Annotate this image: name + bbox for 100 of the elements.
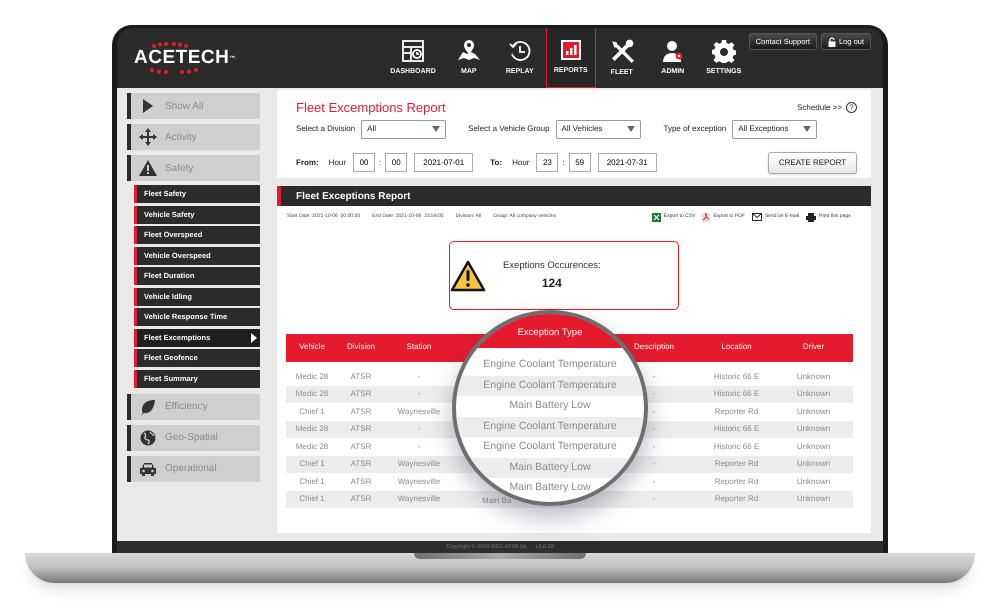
table-cell: Waynesville bbox=[398, 493, 440, 506]
table-cell: - bbox=[418, 388, 420, 400]
minute-field[interactable]: 00 bbox=[385, 153, 408, 172]
table-cell: Chief 1 bbox=[299, 476, 325, 488]
table-cell: Historic 66 E bbox=[714, 388, 760, 400]
warning-icon bbox=[450, 260, 486, 292]
table-cell: Unknown bbox=[796, 493, 830, 506]
date-field[interactable]: 2021-07-01 bbox=[414, 153, 474, 172]
section-title: Fleet Exceptions Report bbox=[296, 190, 410, 204]
schedule-link[interactable]: Schedule >> bbox=[797, 102, 842, 114]
table-cell-text: Engine Coolant Temperature bbox=[483, 357, 617, 372]
field-label: Type of exception bbox=[664, 123, 726, 135]
globe-icon bbox=[140, 430, 156, 446]
table-cell: Main Ba bbox=[482, 496, 512, 506]
alert-count: 124 bbox=[542, 274, 562, 292]
report-title: Fleet Excemptions Report bbox=[296, 99, 446, 117]
table-cell: - bbox=[652, 476, 656, 488]
pointer-arrow-icon bbox=[251, 332, 257, 342]
table-cell-text: Engine Coolant Temperature bbox=[483, 418, 617, 434]
table-cell: Historic 66 E bbox=[714, 440, 760, 453]
spreadsheet-icon bbox=[652, 212, 661, 222]
table-cell-text: Main Battery Low bbox=[509, 460, 591, 475]
table-cell: Unknown bbox=[796, 388, 830, 400]
table-cell: ATSR bbox=[350, 406, 372, 418]
logo: ACETECH$^{™}$ bbox=[134, 48, 237, 68]
table-cell: Reporter Rd bbox=[714, 406, 758, 418]
table-cell: - bbox=[652, 388, 656, 400]
column-header: Location bbox=[720, 341, 753, 353]
table-cell: Chief 1 bbox=[299, 406, 325, 418]
table-cell: - bbox=[418, 370, 420, 383]
leaf-icon bbox=[140, 398, 156, 414]
caret-icon bbox=[432, 126, 440, 132]
dropdown[interactable]: All Exceptions bbox=[732, 120, 818, 138]
table-cell: Chief 1 bbox=[299, 458, 325, 470]
move-icon bbox=[139, 128, 157, 146]
table-cell: - bbox=[418, 440, 420, 453]
map-pin-icon bbox=[456, 38, 481, 63]
hour-label: Hour bbox=[512, 156, 530, 168]
table-cell: - bbox=[652, 458, 656, 470]
table-cell: - bbox=[418, 423, 420, 436]
table-cell: Reporter Rd bbox=[714, 458, 758, 470]
time-separator: : bbox=[379, 156, 382, 168]
column-header: Driver bbox=[802, 341, 826, 353]
alert-label: Exeptions Occurences: bbox=[503, 259, 601, 274]
warning-icon bbox=[139, 160, 157, 176]
column-header: Division bbox=[346, 341, 376, 353]
minute-field[interactable]: 59 bbox=[568, 153, 591, 172]
range-label: From: bbox=[296, 156, 319, 168]
table-cell: ATSR bbox=[350, 458, 372, 470]
dropdown[interactable]: All Vehicles bbox=[556, 120, 641, 138]
table-cell: ATSR bbox=[350, 423, 372, 436]
help-button[interactable]: ? bbox=[846, 102, 857, 114]
date-field[interactable]: 2021-07-31 bbox=[598, 153, 657, 172]
lock-icon bbox=[828, 36, 836, 46]
table-cell: ATSR bbox=[350, 476, 372, 488]
table-cell: Medic 28 bbox=[296, 388, 328, 400]
hour-field[interactable]: 00 bbox=[353, 153, 376, 172]
envelope-icon bbox=[752, 213, 762, 221]
table-cell: Historic 66 E bbox=[714, 423, 760, 436]
column-header: Station bbox=[406, 341, 432, 353]
time-separator: : bbox=[562, 156, 565, 168]
table-cell: Unknown bbox=[796, 370, 830, 383]
table-cell-text: Main Battery Low bbox=[509, 480, 591, 496]
table-cell: Waynesville bbox=[398, 406, 440, 418]
table-cell: Waynesville bbox=[398, 476, 440, 488]
car-icon bbox=[139, 462, 157, 476]
table-cell: Chief 1 bbox=[299, 493, 325, 506]
table-cell-text: Engine Coolant Temperature bbox=[483, 439, 617, 454]
user-icon bbox=[660, 38, 685, 63]
pdf-icon bbox=[702, 212, 710, 222]
history-icon bbox=[508, 38, 532, 63]
column-header: Exception Type bbox=[518, 326, 582, 340]
table-cell: Medic 28 bbox=[296, 370, 328, 383]
table-cell: Waynesville bbox=[398, 458, 440, 470]
table-cell: ATSR bbox=[350, 440, 372, 453]
table-cell: Unknown bbox=[796, 423, 830, 436]
range-label: To: bbox=[490, 156, 502, 168]
field-label: Select a Division bbox=[296, 123, 356, 135]
table-cell: Unknown bbox=[796, 440, 830, 453]
dropdown[interactable]: All bbox=[361, 120, 446, 138]
bar-chart-icon bbox=[558, 38, 583, 62]
hour-field[interactable]: 23 bbox=[536, 153, 558, 172]
table-cell: Reporter Rd bbox=[714, 493, 758, 506]
table-cell: Medic 28 bbox=[296, 423, 328, 436]
table-cell: Unknown bbox=[796, 406, 830, 418]
table-cell: - bbox=[652, 493, 656, 506]
table-cell: ATSR bbox=[350, 493, 372, 506]
table-cell: ATSR bbox=[350, 388, 372, 400]
table-cell: Reporter Rd bbox=[714, 476, 758, 488]
hour-label: Hour bbox=[328, 156, 346, 168]
table-cell-text: Main Battery Low bbox=[509, 398, 591, 414]
play-icon bbox=[142, 98, 154, 114]
field-label: Select a Vehicle Group bbox=[468, 123, 550, 135]
table-cell: Historic 66 E bbox=[714, 370, 760, 383]
create-report-button[interactable]: CREATE REPORT bbox=[768, 152, 857, 174]
table-cell: Medic 28 bbox=[296, 440, 328, 453]
table-cell: - bbox=[652, 406, 656, 418]
table-cell: ATSR bbox=[350, 370, 372, 383]
table-cell: - bbox=[652, 370, 656, 383]
table-cell: - bbox=[652, 440, 656, 453]
